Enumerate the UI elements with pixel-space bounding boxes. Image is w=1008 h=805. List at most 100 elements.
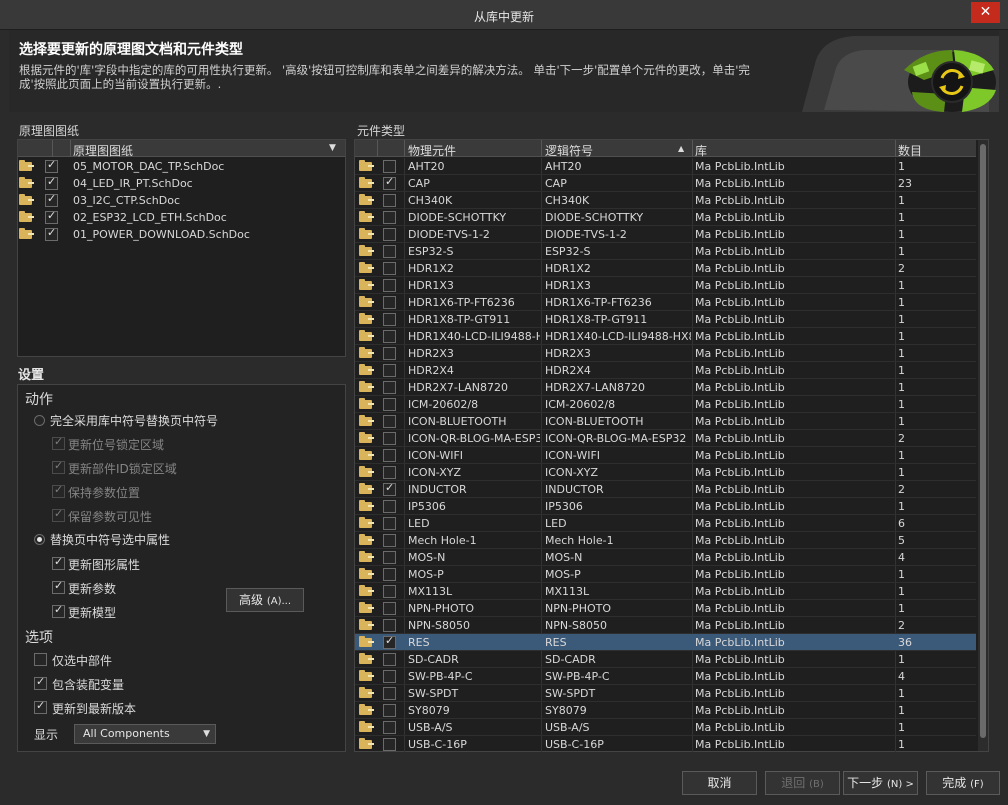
component-row[interactable]: LED LED Ma PcbLib.IntLib 6 bbox=[355, 515, 976, 532]
component-checkbox[interactable] bbox=[383, 160, 396, 173]
component-row[interactable]: ICON-XYZ ICON-XYZ Ma PcbLib.IntLib 1 bbox=[355, 464, 976, 481]
update-graphics-label[interactable]: 更新图形属性 bbox=[68, 556, 140, 573]
component-checkbox[interactable] bbox=[383, 517, 396, 530]
update-models-label[interactable]: 更新模型 bbox=[68, 604, 116, 621]
col-logical[interactable]: 逻辑符号 bbox=[545, 142, 593, 159]
component-row[interactable]: SY8079 SY8079 Ma PcbLib.IntLib 1 bbox=[355, 702, 976, 719]
sheet-checkbox[interactable] bbox=[45, 209, 58, 224]
latest-revision-checkbox[interactable] bbox=[34, 699, 47, 714]
component-row[interactable]: ICON-WIFI ICON-WIFI Ma PcbLib.IntLib 1 bbox=[355, 447, 976, 464]
component-checkbox[interactable] bbox=[383, 432, 396, 445]
component-row[interactable]: HDR1X8-TP-GT911 HDR1X8-TP-GT911 Ma PcbLib.… bbox=[355, 311, 976, 328]
component-checkbox[interactable] bbox=[383, 449, 396, 462]
sheets-list[interactable]: 原理图图纸 ▼ 05_MOTOR_DAC_TP.SchDoc 04_LED_IR_… bbox=[17, 139, 346, 357]
sheet-row[interactable]: 04_LED_IR_PT.SchDoc bbox=[18, 175, 345, 192]
components-grid[interactable]: 物理元件 逻辑符号 ▲ 库 数目 AHT20 AHT20 Ma PcbLib.Int… bbox=[354, 139, 989, 752]
latest-revision-label[interactable]: 更新到最新版本 bbox=[52, 700, 136, 717]
component-checkbox[interactable] bbox=[383, 687, 396, 700]
component-checkbox[interactable] bbox=[383, 738, 396, 751]
component-row[interactable]: SD-CADR SD-CADR Ma PcbLib.IntLib 1 bbox=[355, 651, 976, 668]
component-checkbox[interactable] bbox=[383, 670, 396, 683]
display-select[interactable]: All Components ▼ bbox=[74, 724, 216, 744]
component-row[interactable]: AHT20 AHT20 Ma PcbLib.IntLib 1 bbox=[355, 158, 976, 175]
component-row[interactable]: ESP32-S ESP32-S Ma PcbLib.IntLib 1 bbox=[355, 243, 976, 260]
col-physical[interactable]: 物理元件 bbox=[408, 142, 456, 159]
component-row[interactable]: ICON-BLUETOOTH ICON-BLUETOOTH Ma PcbLib.In… bbox=[355, 413, 976, 430]
component-checkbox[interactable] bbox=[383, 500, 396, 513]
component-checkbox[interactable] bbox=[383, 194, 396, 207]
component-checkbox[interactable] bbox=[383, 364, 396, 377]
component-checkbox[interactable] bbox=[383, 534, 396, 547]
component-row[interactable]: CAP CAP Ma PcbLib.IntLib 23 bbox=[355, 175, 976, 192]
component-row[interactable]: HDR2X7-LAN8720 HDR2X7-LAN8720 Ma PcbLib.In… bbox=[355, 379, 976, 396]
include-variants-label[interactable]: 包含装配变量 bbox=[52, 676, 124, 693]
component-checkbox[interactable] bbox=[383, 228, 396, 241]
components-column-header[interactable]: 物理元件 逻辑符号 ▲ 库 数目 bbox=[355, 140, 976, 159]
component-row[interactable]: INDUCTOR INDUCTOR Ma PcbLib.IntLib 2 bbox=[355, 481, 976, 498]
component-row[interactable]: CH340K CH340K Ma PcbLib.IntLib 1 bbox=[355, 192, 976, 209]
sheet-row[interactable]: 02_ESP32_LCD_ETH.SchDoc bbox=[18, 209, 345, 226]
finish-button[interactable]: 完成 (F) bbox=[926, 771, 1000, 795]
component-checkbox[interactable] bbox=[383, 296, 396, 309]
selected-parts-only-label[interactable]: 仅选中部件 bbox=[52, 652, 112, 669]
component-checkbox[interactable] bbox=[383, 398, 396, 411]
component-row[interactable]: USB-A/S USB-A/S Ma PcbLib.IntLib 1 bbox=[355, 719, 976, 736]
sheet-row[interactable]: 03_I2C_CTP.SchDoc bbox=[18, 192, 345, 209]
scrollbar-thumb[interactable] bbox=[980, 144, 986, 738]
component-row[interactable]: NPN-PHOTO NPN-PHOTO Ma PcbLib.IntLib 1 bbox=[355, 600, 976, 617]
component-checkbox[interactable] bbox=[383, 568, 396, 581]
component-row[interactable]: ICM-20602/8 ICM-20602/8 Ma PcbLib.IntLib 1 bbox=[355, 396, 976, 413]
component-checkbox[interactable] bbox=[383, 704, 396, 717]
include-variants-checkbox[interactable] bbox=[34, 675, 47, 690]
component-row[interactable]: IP5306 IP5306 Ma PcbLib.IntLib 1 bbox=[355, 498, 976, 515]
component-checkbox[interactable] bbox=[383, 262, 396, 275]
component-row[interactable]: ICON-QR-BLOG-MA-ESP32 ICON-QR-BLOG-MA-ESP… bbox=[355, 430, 976, 447]
component-checkbox[interactable] bbox=[383, 330, 396, 343]
radio-full-replace-label[interactable]: 完全采用库中符号替换页中符号 bbox=[50, 412, 218, 429]
next-button[interactable]: 下一步 (N) > bbox=[843, 771, 918, 795]
close-icon[interactable]: ✕ bbox=[971, 2, 1000, 23]
component-row[interactable]: SW-SPDT SW-SPDT Ma PcbLib.IntLib 1 bbox=[355, 685, 976, 702]
component-checkbox[interactable] bbox=[383, 415, 396, 428]
component-row[interactable]: DIODE-SCHOTTKY DIODE-SCHOTTKY Ma PcbLib.In… bbox=[355, 209, 976, 226]
component-checkbox[interactable] bbox=[383, 481, 396, 496]
component-row[interactable]: HDR1X40-LCD-ILI9488-HX8 HDR1X40-LCD-ILI94… bbox=[355, 328, 976, 345]
radio-full-replace[interactable] bbox=[34, 415, 45, 426]
component-checkbox[interactable] bbox=[383, 634, 396, 649]
vertical-scrollbar[interactable] bbox=[978, 140, 988, 751]
component-checkbox[interactable] bbox=[383, 721, 396, 734]
component-checkbox[interactable] bbox=[383, 619, 396, 632]
component-checkbox[interactable] bbox=[383, 381, 396, 394]
col-count[interactable]: 数目 bbox=[898, 142, 922, 159]
update-params-checkbox[interactable] bbox=[52, 579, 65, 594]
back-button[interactable]: 退回 (B) bbox=[765, 771, 840, 795]
component-row[interactable]: SW-PB-4P-C SW-PB-4P-C Ma PcbLib.IntLib 4 bbox=[355, 668, 976, 685]
filter-dropdown-icon[interactable]: ▼ bbox=[329, 143, 336, 153]
update-params-label[interactable]: 更新参数 bbox=[68, 580, 116, 597]
component-row[interactable]: HDR2X3 HDR2X3 Ma PcbLib.IntLib 1 bbox=[355, 345, 976, 362]
sheet-row[interactable]: 05_MOTOR_DAC_TP.SchDoc bbox=[18, 158, 345, 175]
selected-parts-only-checkbox[interactable] bbox=[34, 653, 47, 666]
update-graphics-checkbox[interactable] bbox=[52, 555, 65, 570]
sheet-checkbox[interactable] bbox=[45, 226, 58, 241]
component-row[interactable]: HDR1X6-TP-FT6236 HDR1X6-TP-FT6236 Ma PcbLi… bbox=[355, 294, 976, 311]
component-row[interactable]: DIODE-TVS-1-2 DIODE-TVS-1-2 Ma PcbLib.IntL… bbox=[355, 226, 976, 243]
component-checkbox[interactable] bbox=[383, 279, 396, 292]
cancel-button[interactable]: 取消 bbox=[682, 771, 757, 795]
component-row[interactable]: MOS-N MOS-N Ma PcbLib.IntLib 4 bbox=[355, 549, 976, 566]
sheet-checkbox[interactable] bbox=[45, 158, 58, 173]
col-library[interactable]: 库 bbox=[695, 142, 707, 159]
component-row[interactable]: HDR1X2 HDR1X2 Ma PcbLib.IntLib 2 bbox=[355, 260, 976, 277]
component-row[interactable]: NPN-S8050 NPN-S8050 Ma PcbLib.IntLib 2 bbox=[355, 617, 976, 634]
component-checkbox[interactable] bbox=[383, 245, 396, 258]
update-models-checkbox[interactable] bbox=[52, 603, 65, 618]
component-row[interactable]: HDR2X4 HDR2X4 Ma PcbLib.IntLib 1 bbox=[355, 362, 976, 379]
advanced-button[interactable]: 高级 (A)... bbox=[226, 588, 304, 612]
component-checkbox[interactable] bbox=[383, 347, 396, 360]
sheets-column-header[interactable]: 原理图图纸 ▼ bbox=[18, 140, 345, 158]
component-checkbox[interactable] bbox=[383, 602, 396, 615]
component-row[interactable]: MX113L MX113L Ma PcbLib.IntLib 1 bbox=[355, 583, 976, 600]
component-row[interactable]: RES RES Ma PcbLib.IntLib 36 bbox=[355, 634, 976, 651]
component-row[interactable]: HDR1X3 HDR1X3 Ma PcbLib.IntLib 1 bbox=[355, 277, 976, 294]
component-checkbox[interactable] bbox=[383, 585, 396, 598]
